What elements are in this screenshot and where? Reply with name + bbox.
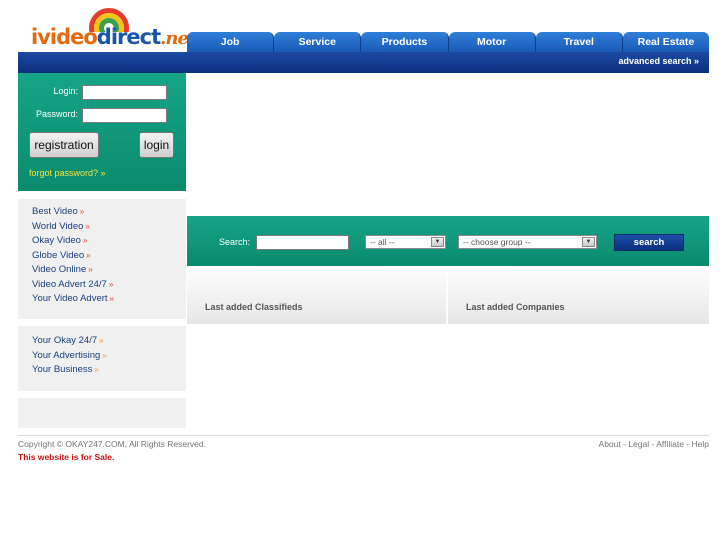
arrow-icon: »: [109, 294, 114, 303]
forgot-password-link[interactable]: forgot password? »: [29, 168, 106, 178]
search-label: Search:: [219, 237, 251, 247]
search-input[interactable]: [256, 235, 349, 250]
tab-real-estate[interactable]: Real Estate: [622, 32, 710, 52]
menu-item-video-advert-247[interactable]: Video Advert 24/7»: [32, 278, 186, 293]
site-logo[interactable]: ivideodirect.net: [31, 8, 196, 49]
login-panel: Login: Password: registration login forg…: [18, 73, 186, 191]
footer-link-help[interactable]: Help: [692, 439, 709, 449]
tab-motor[interactable]: Motor: [448, 32, 536, 52]
menu-item-label: Your Okay 24/7: [32, 335, 98, 346]
footer-separator: -: [683, 439, 692, 449]
tab-travel[interactable]: Travel: [535, 32, 623, 52]
menu-item-best-video[interactable]: Best Video»: [32, 205, 186, 220]
last-companies-heading: Last added Companies: [466, 302, 565, 312]
menu-item-label: Best Video: [32, 206, 78, 217]
menu-item-your-video-advert[interactable]: Your Video Advert»: [32, 292, 186, 307]
footer-divider: [18, 435, 709, 436]
for-sale-notice: This website is for Sale.: [18, 452, 115, 462]
left-menu-empty-block: [18, 398, 186, 428]
category-select[interactable]: -- all -- ▼: [365, 235, 446, 249]
arrow-icon: »: [99, 336, 104, 345]
arrow-icon: »: [94, 365, 99, 374]
chevron-down-icon: ▼: [582, 237, 595, 247]
menu-item-okay-video[interactable]: Okay Video»: [32, 234, 186, 249]
menu-item-your-okay-247[interactable]: Your Okay 24/7»: [32, 334, 186, 349]
group-select-value: -- choose group --: [463, 237, 531, 247]
login-button[interactable]: login: [139, 132, 174, 158]
registration-button[interactable]: registration: [29, 132, 99, 158]
top-nav: Job Service Products Motor Travel Real E…: [187, 32, 710, 52]
arrow-icon: »: [102, 350, 107, 360]
logo-text: ivideodirect.net: [31, 25, 196, 49]
login-input[interactable]: [82, 85, 167, 100]
menu-item-label: Globe Video: [32, 249, 85, 261]
footer-link-affiliate[interactable]: Affiliate: [656, 439, 684, 449]
menu-item-world-video[interactable]: World Video»: [32, 220, 186, 235]
menu-item-label: Your Advertising: [32, 349, 101, 361]
copyright-text: Copyright © OKAY247.COM, All Rights Rese…: [18, 439, 206, 449]
chevron-down-icon: ▼: [431, 237, 444, 247]
menu-item-your-advertising[interactable]: Your Advertising»: [32, 349, 186, 364]
menu-item-video-online[interactable]: Video Online»: [32, 263, 186, 278]
group-select[interactable]: -- choose group -- ▼: [458, 235, 597, 249]
logo-text-part1: ivideo: [31, 25, 98, 49]
footer-link-about[interactable]: About: [599, 439, 621, 449]
menu-item-your-business[interactable]: Your Business»: [32, 363, 186, 378]
sub-nav-bar: advanced search »: [18, 52, 709, 73]
logo-text-part2: direct: [96, 25, 161, 49]
footer-links: About - Legal - Affiliate - Help: [599, 439, 709, 449]
arrow-icon: »: [108, 279, 114, 289]
search-bar: Search: -- all -- ▼ -- choose group -- ▼…: [187, 216, 709, 266]
menu-item-label: World Video: [32, 220, 84, 232]
tab-service[interactable]: Service: [274, 32, 362, 52]
arrow-icon: »: [82, 236, 88, 245]
last-classifieds-heading: Last added Classifieds: [205, 302, 303, 312]
menu-item-globe-video[interactable]: Globe Video»: [32, 249, 186, 264]
arrow-icon: »: [85, 221, 90, 231]
login-label: Login:: [53, 86, 78, 96]
arrow-icon: »: [88, 265, 93, 274]
menu-item-label: Video Online: [32, 264, 87, 275]
menu-item-label: Video Advert 24/7: [32, 278, 107, 290]
arrow-icon: »: [79, 207, 85, 216]
menu-item-label: Your Business: [32, 364, 93, 375]
category-select-value: -- all --: [370, 237, 395, 247]
tab-job[interactable]: Job: [187, 32, 275, 52]
left-menu-business: Your Okay 24/7» Your Advertising» Your B…: [18, 326, 186, 391]
arrow-icon: »: [86, 250, 91, 260]
last-classifieds-section: Last added Classifieds: [187, 266, 446, 324]
password-input[interactable]: [82, 108, 167, 123]
menu-item-label: Okay Video: [32, 235, 81, 246]
left-menu-video: Best Video» World Video» Okay Video» Glo…: [18, 199, 186, 319]
tab-products[interactable]: Products: [361, 32, 449, 52]
footer-link-legal[interactable]: Legal: [628, 439, 649, 449]
last-companies-section: Last added Companies: [448, 266, 709, 324]
menu-item-label: Your Video Advert: [32, 293, 108, 304]
password-label: Password:: [35, 109, 78, 119]
advanced-search-link[interactable]: advanced search »: [618, 56, 699, 66]
search-button[interactable]: search: [614, 234, 684, 251]
